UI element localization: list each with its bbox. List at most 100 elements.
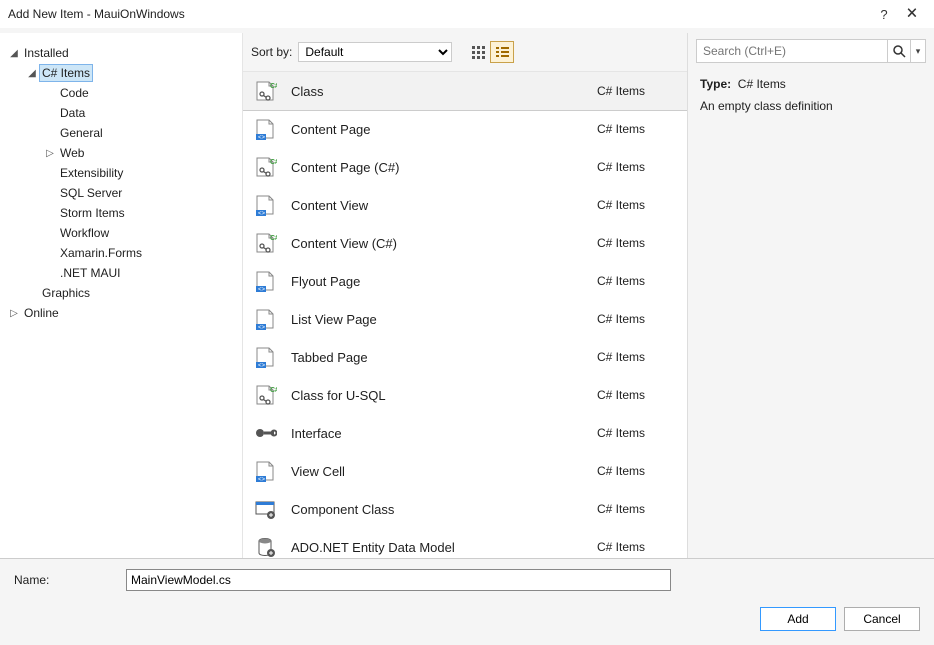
tree-item-storm-items[interactable]: Storm Items — [36, 203, 242, 223]
svg-text:<>: <> — [258, 325, 266, 331]
template-category: C# Items — [597, 160, 677, 174]
help-button[interactable]: ? — [870, 7, 898, 22]
add-new-item-dialog: Add New Item - MauiOnWindows ? 🗙 ◢ Insta… — [0, 0, 934, 645]
tree-label: Graphics — [40, 285, 92, 301]
title-bar: Add New Item - MauiOnWindows ? 🗙 — [0, 0, 934, 28]
tree-label: Online — [22, 305, 61, 321]
view-grid-button[interactable] — [466, 41, 490, 63]
tree-item-general[interactable]: General — [36, 123, 242, 143]
collapse-icon: ◢ — [8, 48, 20, 59]
expand-icon: ▷ — [8, 308, 20, 319]
template-category: C# Items — [597, 274, 677, 288]
tree-online[interactable]: ▷ Online — [0, 303, 242, 323]
template-name: Component Class — [291, 502, 583, 517]
template-category: C# Items — [597, 464, 677, 478]
tree-label: Xamarin.Forms — [58, 245, 144, 261]
expand-icon: ▷ — [44, 148, 56, 159]
template-category: C# Items — [597, 312, 677, 326]
tree-label: SQL Server — [58, 185, 124, 201]
interface-icon — [253, 421, 277, 445]
tree-label: .NET MAUI — [58, 265, 122, 281]
type-label: Type: — [700, 77, 731, 91]
template-row[interactable]: <>Content PageC# Items — [243, 110, 687, 148]
tree-label: General — [58, 125, 105, 141]
view-toggle — [466, 41, 514, 63]
add-button[interactable]: Add — [760, 607, 836, 631]
collapse-icon: ◢ — [26, 68, 38, 79]
search-input[interactable] — [697, 44, 887, 58]
template-row[interactable]: <>Content ViewC# Items — [243, 186, 687, 224]
svg-text:C#: C# — [270, 159, 277, 166]
cs-class-icon: C# — [253, 383, 277, 407]
template-row[interactable]: C# Content Page (C#) C# Items — [243, 148, 687, 186]
tree-label: C# Items — [40, 65, 92, 81]
xaml-icon: <> — [253, 345, 277, 369]
template-row[interactable]: <>Tabbed PageC# Items — [243, 338, 687, 376]
search-options-button[interactable]: ▾ — [910, 40, 925, 62]
footer: Name: Add Cancel — [0, 559, 934, 645]
name-label: Name: — [14, 573, 114, 587]
template-row[interactable]: C#ClassC# Items — [243, 71, 687, 111]
template-list[interactable]: C#ClassC# Items<>Content PageC# ItemsC#C… — [243, 71, 687, 558]
tree-item--net-maui[interactable]: .NET MAUI — [36, 263, 242, 283]
sort-by-label: Sort by: — [251, 45, 292, 59]
template-name: Content Page (C#) — [291, 160, 583, 175]
tree-graphics[interactable]: Graphics — [18, 283, 242, 303]
cancel-button[interactable]: Cancel — [844, 607, 920, 631]
template-row[interactable]: Component Class C# Items — [243, 490, 687, 528]
tree-label: Code — [58, 85, 91, 101]
template-name: Content View — [291, 198, 583, 213]
svg-text:<>: <> — [258, 211, 266, 217]
edm-icon — [253, 535, 277, 558]
category-tree: ◢ Installed ◢ C# Items CodeDataGeneral▷W… — [0, 33, 243, 558]
tree-label: Extensibility — [58, 165, 125, 181]
cs-class-icon: C# — [253, 79, 277, 103]
search-button[interactable] — [887, 40, 910, 62]
cs-class-icon: C# — [253, 231, 277, 255]
tree-item-xamarin-forms[interactable]: Xamarin.Forms — [36, 243, 242, 263]
tree-csharp-items[interactable]: ◢ C# Items — [18, 63, 242, 83]
tree-item-code[interactable]: Code — [36, 83, 242, 103]
template-category: C# Items — [597, 426, 677, 440]
xaml-icon: <> — [253, 193, 277, 217]
tree-item-sql-server[interactable]: SQL Server — [36, 183, 242, 203]
template-name: Flyout Page — [291, 274, 583, 289]
svg-text:C#: C# — [270, 83, 277, 90]
template-name: View Cell — [291, 464, 583, 479]
search-box: ▾ — [696, 39, 926, 63]
tree-item-data[interactable]: Data — [36, 103, 242, 123]
svg-text:C#: C# — [270, 387, 277, 394]
template-name: List View Page — [291, 312, 583, 327]
xaml-icon: <> — [253, 269, 277, 293]
template-name: Class — [291, 84, 583, 99]
template-row[interactable]: InterfaceC# Items — [243, 414, 687, 452]
tree-item-extensibility[interactable]: Extensibility — [36, 163, 242, 183]
close-button[interactable]: 🗙 — [898, 3, 926, 25]
svg-text:<>: <> — [258, 363, 266, 369]
template-category: C# Items — [597, 502, 677, 516]
template-name: Class for U-SQL — [291, 388, 583, 403]
window-title: Add New Item - MauiOnWindows — [8, 7, 185, 21]
template-row[interactable]: C#Content View (C#)C# Items — [243, 224, 687, 262]
tree-label: Web — [58, 145, 86, 161]
template-name: Content View (C#) — [291, 236, 583, 251]
cs-class-icon: C# — [253, 155, 277, 179]
template-name: ADO.NET Entity Data Model — [291, 540, 583, 555]
tree-label: Data — [58, 105, 87, 121]
template-category: C# Items — [597, 540, 677, 554]
name-input[interactable] — [126, 569, 671, 591]
view-list-button[interactable] — [490, 41, 514, 63]
tree-label: Storm Items — [58, 205, 127, 221]
tree-installed[interactable]: ◢ Installed — [0, 43, 242, 63]
sort-by-select[interactable]: Default — [298, 42, 452, 62]
tree-item-web[interactable]: ▷Web — [36, 143, 242, 163]
template-row[interactable]: C# Class for U-SQL C# Items — [243, 376, 687, 414]
template-row[interactable]: ADO.NET Entity Data Model C# Items — [243, 528, 687, 558]
template-row[interactable]: <> List View Page C# Items — [243, 300, 687, 338]
toolbar: Sort by: Default — [243, 33, 687, 71]
tree-item-workflow[interactable]: Workflow — [36, 223, 242, 243]
template-row[interactable]: <> Flyout Page C# Items — [243, 262, 687, 300]
template-row[interactable]: <>View CellC# Items — [243, 452, 687, 490]
template-category: C# Items — [597, 122, 677, 136]
template-category: C# Items — [597, 388, 677, 402]
